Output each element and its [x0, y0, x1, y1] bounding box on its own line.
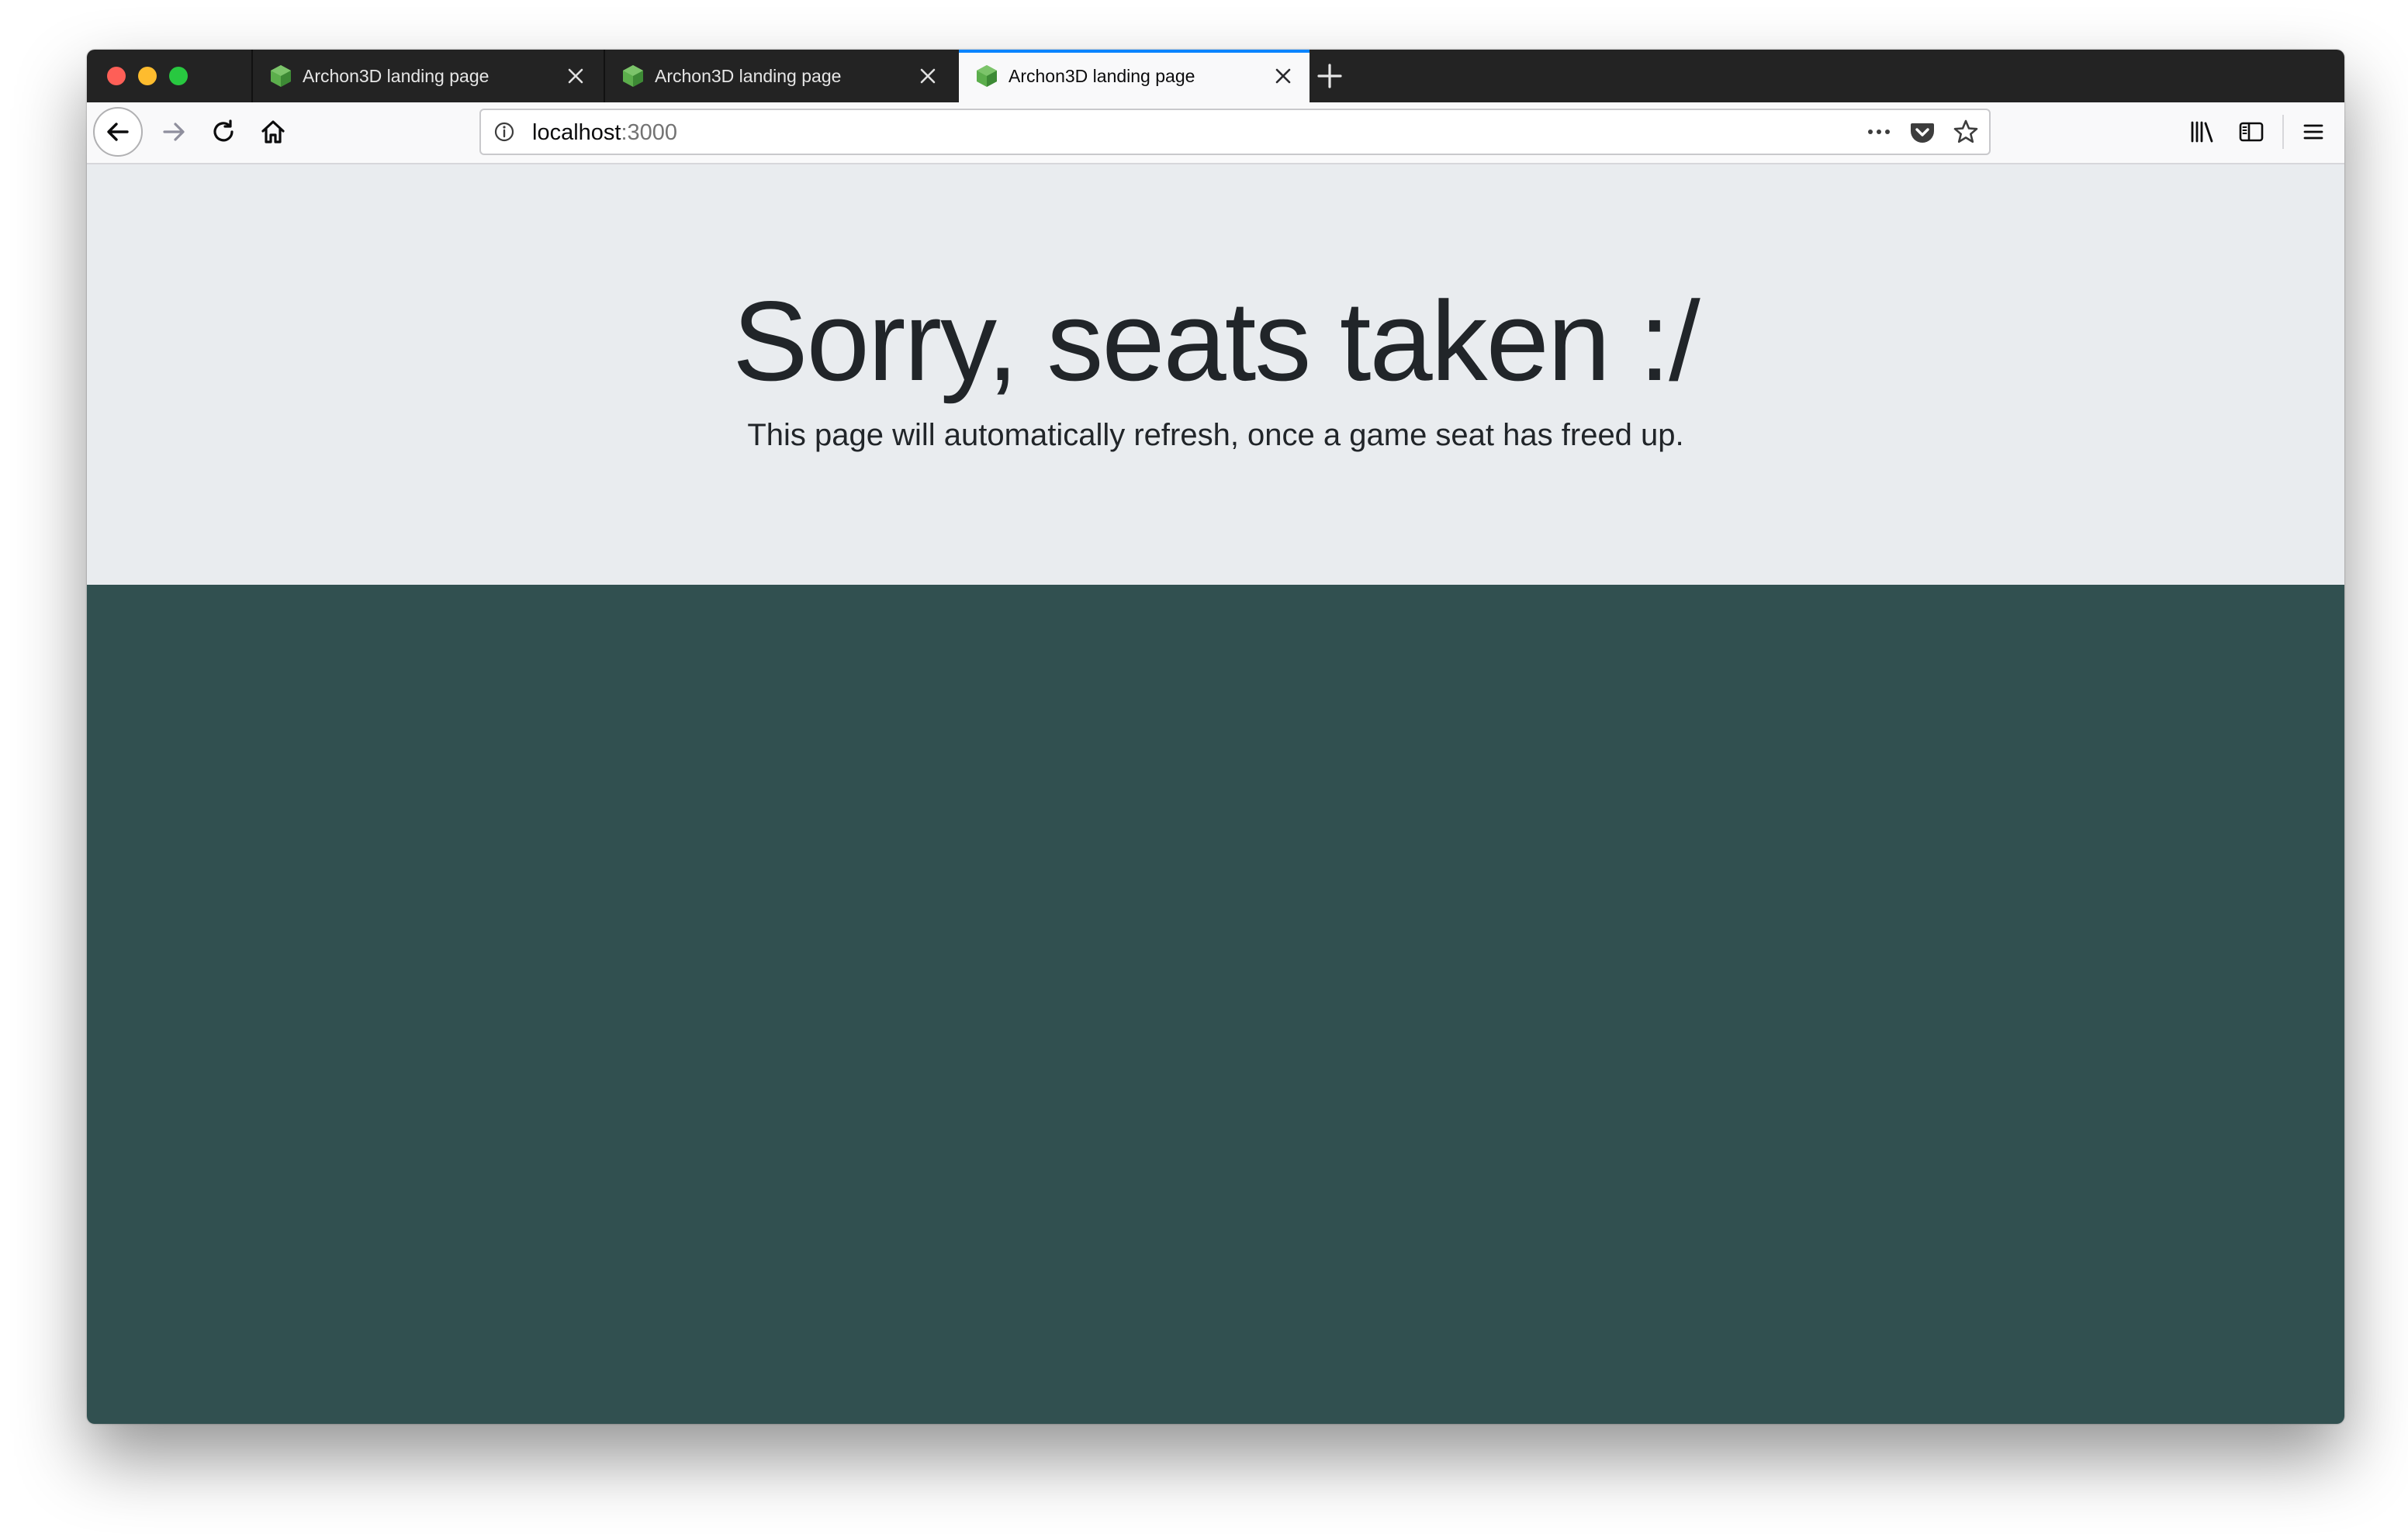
pocket-icon[interactable] [1908, 118, 1936, 146]
page-content: Sorry, seats taken :/ This page will aut… [87, 164, 2344, 1424]
menu-button[interactable] [2293, 112, 2334, 152]
tab-title: Archon3D landing page [303, 66, 490, 86]
tab-3-active[interactable]: Archon3D landing page [959, 50, 1310, 102]
forward-button[interactable] [152, 110, 195, 154]
green-cube-icon [977, 65, 997, 87]
new-tab-plus-icon[interactable] [1314, 60, 1345, 92]
sidebar-button[interactable] [2231, 112, 2271, 152]
url-port: :3000 [621, 120, 678, 145]
nav-toolbar: localhost:3000 [87, 102, 2344, 164]
info-icon[interactable] [493, 121, 515, 143]
home-button[interactable] [251, 110, 295, 154]
green-cube-icon [271, 65, 291, 87]
back-arrow-icon [107, 123, 129, 141]
toolbar-divider [2282, 115, 2284, 149]
bookmark-star-icon[interactable] [1952, 118, 1980, 146]
green-cube-icon [623, 65, 643, 87]
forward-arrow-icon [163, 123, 185, 141]
desktop-background: Archon3D landing page Archon3D landing p… [0, 0, 2408, 1534]
url-bar[interactable]: localhost:3000 [479, 109, 1991, 155]
more-dots-icon[interactable] [1865, 119, 1893, 144]
minimize-window-button[interactable] [138, 67, 157, 85]
zoom-window-button[interactable] [169, 67, 188, 85]
tab-title: Archon3D landing page [1009, 66, 1195, 86]
sidebar-icon [2239, 122, 2264, 142]
browser-window: Archon3D landing page Archon3D landing p… [87, 50, 2344, 1424]
page-title: Sorry, seats taken :/ [732, 278, 1700, 404]
tab-1[interactable]: Archon3D landing page [251, 50, 602, 102]
url-text[interactable]: localhost:3000 [532, 120, 677, 145]
game-area [87, 585, 2344, 1424]
reload-icon [213, 119, 234, 142]
library-icon [2191, 121, 2213, 143]
tab-title: Archon3D landing page [655, 66, 842, 86]
page-subtitle: This page will automatically refresh, on… [747, 418, 1684, 452]
close-icon[interactable] [566, 67, 585, 85]
home-icon [261, 120, 285, 143]
close-window-button[interactable] [107, 67, 126, 85]
library-button[interactable] [2181, 112, 2222, 152]
url-host: localhost [532, 120, 621, 145]
reload-button[interactable] [202, 110, 245, 154]
back-button[interactable] [93, 107, 143, 157]
tab-strip: Archon3D landing page Archon3D landing p… [87, 50, 2344, 102]
close-icon[interactable] [1274, 67, 1292, 85]
close-icon[interactable] [919, 67, 937, 85]
hamburger-menu-icon [2303, 124, 2323, 140]
jumbotron: Sorry, seats taken :/ This page will aut… [87, 164, 2344, 585]
tab-2[interactable]: Archon3D landing page [604, 50, 954, 102]
